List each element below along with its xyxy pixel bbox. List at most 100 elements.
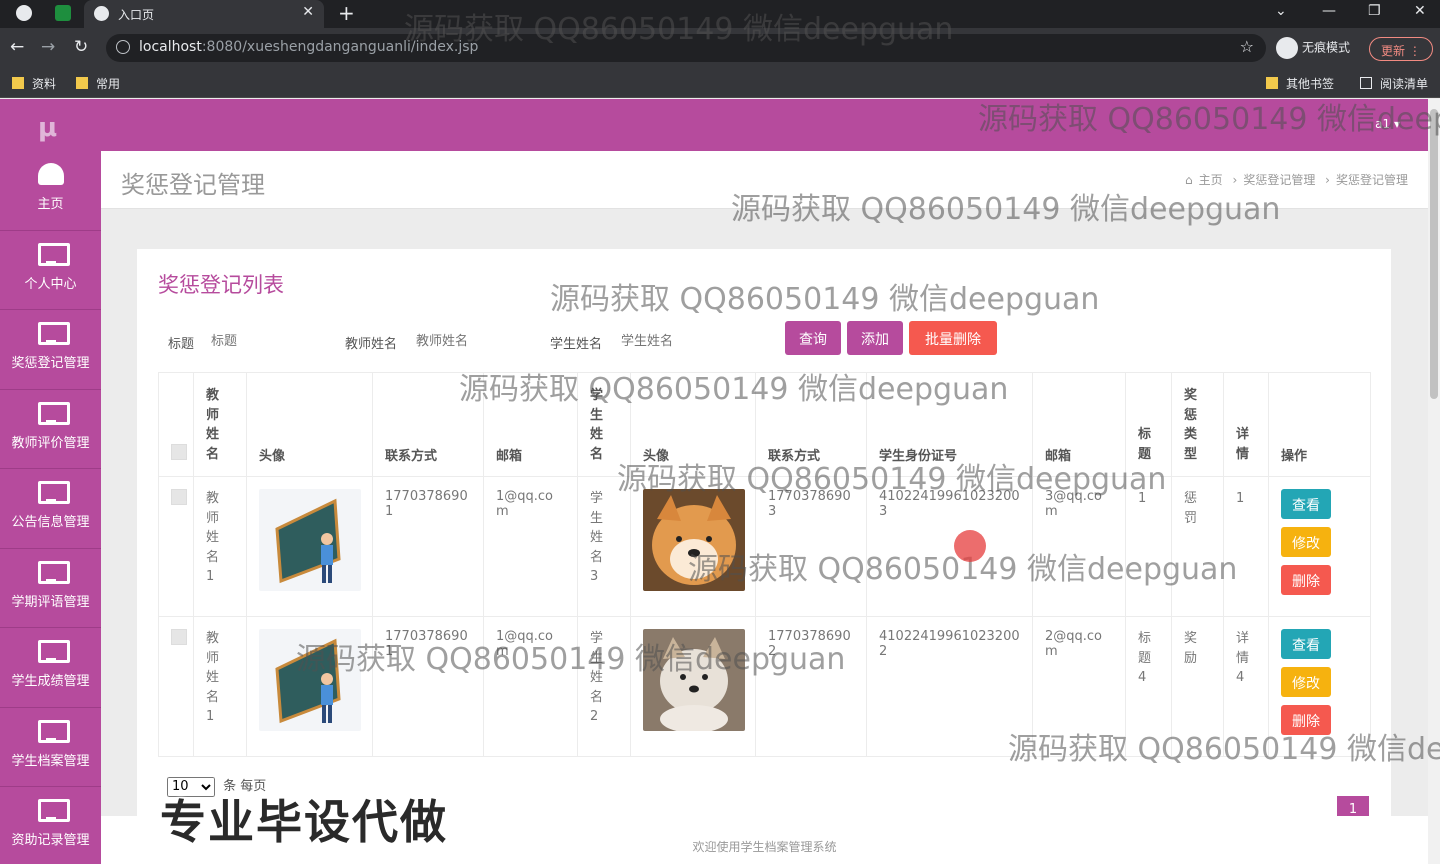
bookmarks-bar: 资料 常用 其他书签 阅读清单 [0,68,1440,98]
browser-tab-active[interactable]: 入口页 ✕ [84,0,324,28]
edit-button[interactable]: 修改 [1281,527,1331,557]
student-avatar[interactable] [643,489,745,591]
minimize-icon[interactable]: — [1322,3,1336,19]
sidebar-item-teacher-eval[interactable]: 教师评价管理 [0,390,101,469]
breadcrumb-current: 奖惩登记管理 [1335,173,1408,187]
close-window-icon[interactable]: ✕ [1414,3,1426,19]
back-icon[interactable]: ← [10,37,24,57]
delete-button[interactable]: 删除 [1281,705,1331,735]
update-button[interactable]: 更新 ⋮ [1369,37,1433,61]
restore-icon[interactable]: ❐ [1368,3,1381,19]
view-button[interactable]: 查看 [1281,489,1331,519]
student-id-cell: 410224199610232003 [866,476,1033,617]
sidebar-item-grades[interactable]: 学生成绩管理 [0,628,101,708]
sidebar-item-archives[interactable]: 学生档案管理 [0,708,101,787]
query-button[interactable]: 查询 [785,321,841,355]
breadcrumb-separator: › [1325,173,1330,187]
url-text[interactable]: localhost:8080/xueshengdanganguanli/inde… [139,39,478,55]
close-tab-icon[interactable]: ✕ [302,4,314,20]
reload-icon[interactable]: ↻ [74,37,88,57]
browser-tab-strip: 入口页 ✕ + ⌄ — ❐ ✕ [0,0,1440,28]
monitor-icon [37,481,70,504]
sidebar-item-rewards[interactable]: 奖惩登记管理 [0,310,101,390]
teacher-name-cell: 教师姓名1 [193,476,247,617]
url-bar[interactable]: localhost:8080/xueshengdanganguanli/inde… [106,34,1266,62]
page-scrollbar[interactable] [1428,99,1440,864]
sidebar-item-term-comments[interactable]: 学期评语管理 [0,549,101,628]
page-header: 奖惩登记管理 ⌂ 主页 › 奖惩登记管理 › 奖惩登记管理 [101,151,1428,209]
student-avatar[interactable] [643,629,745,733]
main-content: 奖惩登记管理 ⌂ 主页 › 奖惩登记管理 › 奖惩登记管理 奖惩登记列表 标题 教师姓… [101,151,1428,864]
promo-banner: 专业毕设代做 [160,795,448,849]
title-search-input[interactable] [211,331,321,351]
row-select-cell [158,616,194,757]
sidebar-item-label: 资助记录管理 [11,833,90,848]
row-checkbox[interactable] [171,629,187,645]
card-title: 奖惩登记列表 [158,273,284,297]
scrollbar-thumb[interactable] [1430,109,1438,399]
search-form: 标题 教师姓名 学生姓名 查询 添加 批量删除 [137,321,1391,361]
row-checkbox[interactable] [171,489,187,505]
bookmark-other[interactable]: 其他书签 [1266,75,1334,92]
globe-icon [94,6,109,21]
select-all-cell [158,372,194,477]
folder-icon [12,77,24,89]
add-button[interactable]: 添加 [847,321,903,355]
table-row: 教师姓名1 17703786901 [158,476,1371,617]
actions-cell: 查看 修改 删除 [1268,616,1371,757]
teacher-name-search-input[interactable] [416,331,526,351]
monitor-icon [37,242,70,266]
student-name-cell: 学生姓名3 [577,476,631,617]
user-dropdown[interactable]: a1 ▾ [1375,117,1400,131]
monitor-icon [37,401,70,425]
teacher-avatar[interactable] [259,489,361,591]
sidebar-item-label: 个人中心 [24,276,77,292]
logo: μ [38,113,58,143]
breadcrumb-module[interactable]: 奖惩登记管理 [1243,173,1315,187]
teacher-avatar[interactable] [259,629,361,731]
sidebar-item-profile[interactable]: 个人中心 [0,231,101,310]
incognito-indicator[interactable]: 无痕模式 [1276,37,1350,59]
reading-list-icon [1360,77,1372,89]
sidebar-item-notices[interactable]: 公告信息管理 [0,469,101,549]
select-all-checkbox[interactable] [171,444,187,460]
reading-list[interactable]: 阅读清单 [1360,75,1428,92]
teacher-avatar-cell [246,616,373,757]
new-tab-button[interactable]: + [338,1,355,25]
monitor-icon [37,799,70,822]
column-header: 学生姓名 [577,372,631,477]
bookmark-folder-changyong[interactable]: 常用 [76,75,120,92]
cursor-highlight [954,530,986,562]
site-info-icon[interactable] [116,40,130,54]
records-table: 教师姓名 头像 联系方式 邮箱 学生姓名 头像 联系方式 学生身份证号 邮箱 标… [158,372,1371,757]
forward-icon[interactable]: → [41,37,55,57]
app-tab-icon[interactable] [55,5,71,21]
tab-search-icon[interactable]: ⌄ [1275,3,1287,19]
sidebar-item-label: 学生档案管理 [11,753,90,769]
home-icon: ⌂ [1185,173,1193,187]
column-header: 详情 [1223,372,1269,477]
bookmark-folder-ziliao[interactable]: 资料 [12,75,56,92]
batch-delete-button[interactable]: 批量删除 [909,321,997,355]
row-select-cell [158,476,194,617]
delete-button[interactable]: 删除 [1281,565,1331,595]
bookmark-star-icon[interactable]: ☆ [1240,37,1254,56]
tab-title: 入口页 [118,8,155,22]
table-header-row: 教师姓名 头像 联系方式 邮箱 学生姓名 头像 联系方式 学生身份证号 邮箱 标… [158,372,1371,477]
column-header: 联系方式 [755,372,867,477]
student-name-search-input[interactable] [621,331,731,351]
teacher-email-cell: 1@qq.com [483,476,578,617]
sidebar-item-label: 奖惩登记管理 [11,356,90,371]
sidebar-item-home[interactable]: 主页 [0,151,101,231]
student-name-cell: 学生姓名2 [577,616,631,757]
student-email-cell: 3@qq.com [1032,476,1126,617]
breadcrumb-home[interactable]: 主页 [1199,173,1223,187]
detail-cell: 详情4 [1223,616,1269,757]
breadcrumb: ⌂ 主页 › 奖惩登记管理 › 奖惩登记管理 [1179,171,1408,188]
globe-icon[interactable] [16,5,32,21]
edit-button[interactable]: 修改 [1281,667,1331,697]
view-button[interactable]: 查看 [1281,629,1331,659]
sidebar-item-aid[interactable]: 资助记录管理 [0,787,101,864]
monitor-icon [37,322,70,345]
teacher-email-cell: 1@qq.com [483,616,578,757]
